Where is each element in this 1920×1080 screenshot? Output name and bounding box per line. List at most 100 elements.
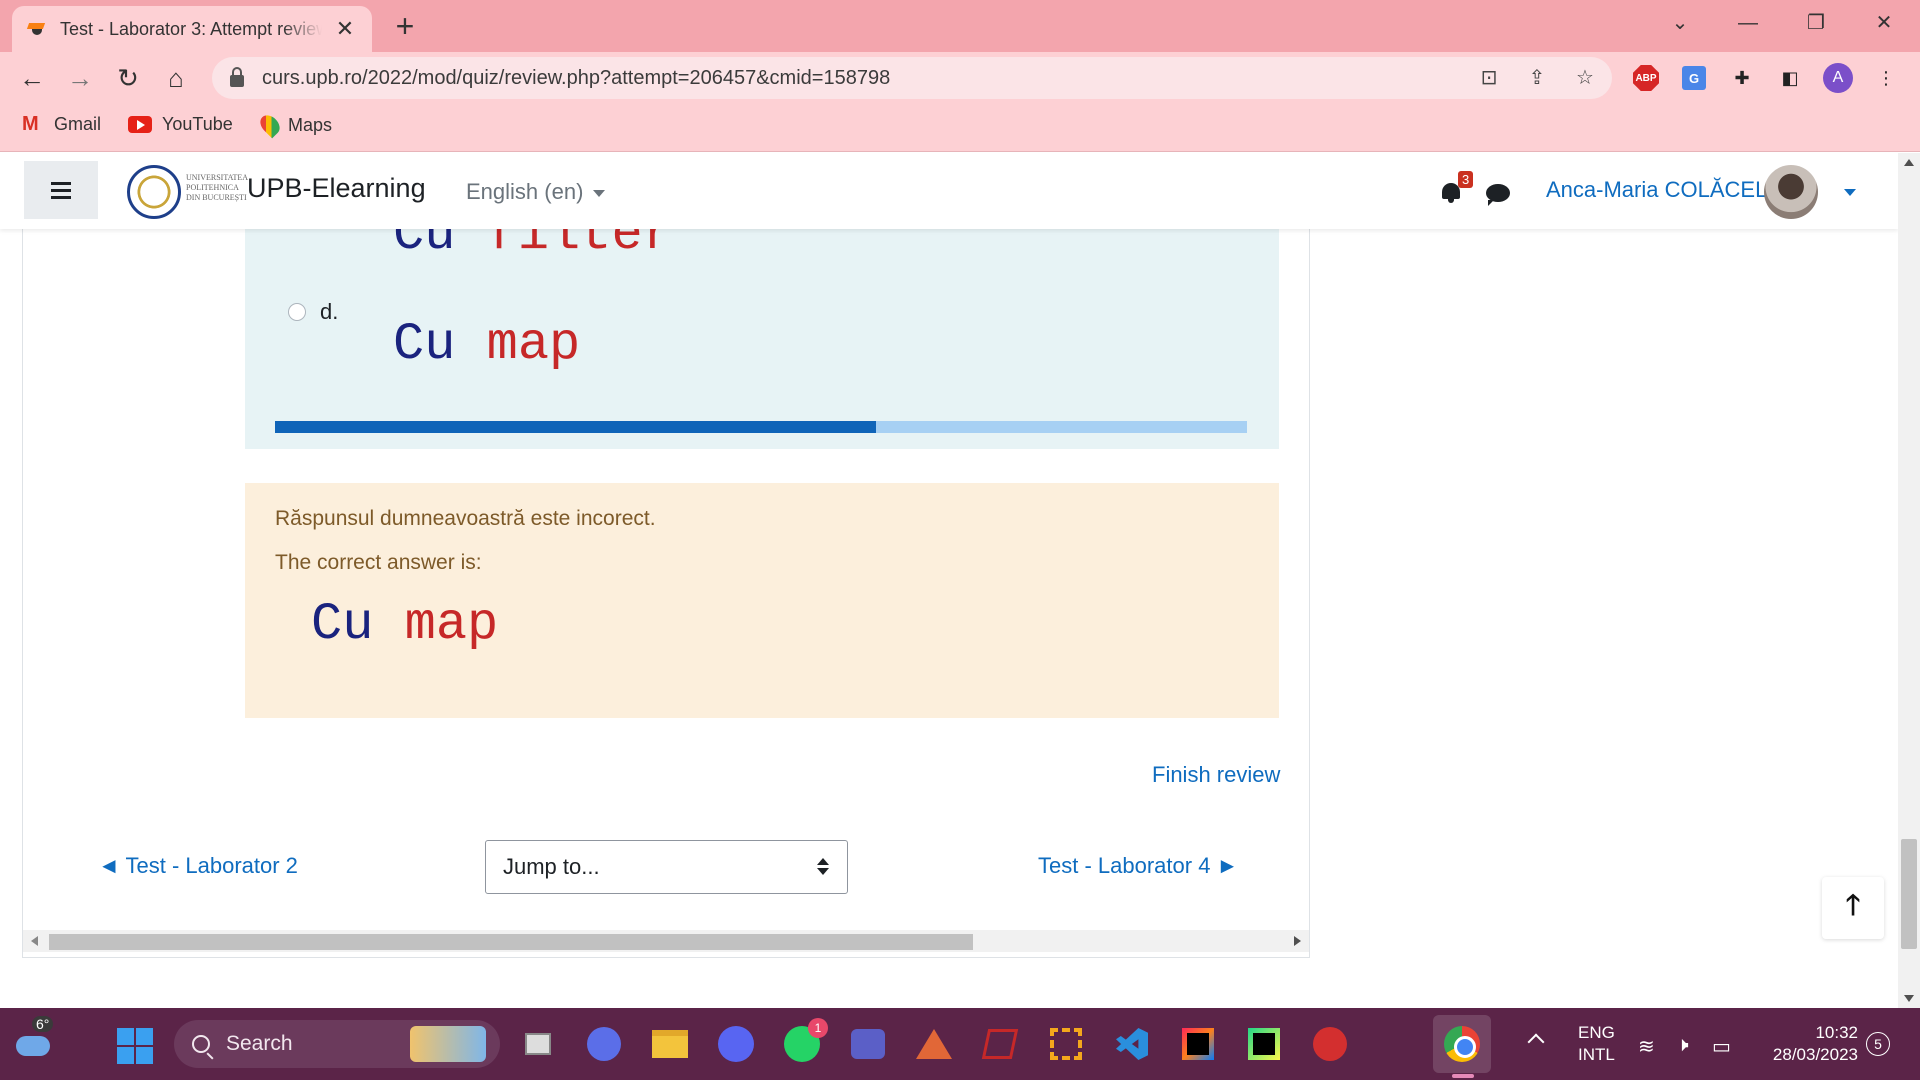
option-d-text: Cu map xyxy=(393,315,581,374)
extensions-puzzle-icon[interactable]: ✚ xyxy=(1726,62,1758,94)
back-arrow-icon[interactable]: ← xyxy=(12,58,52,98)
feedback-box: Răspunsul dumneavoastră este incorect. T… xyxy=(245,483,1279,718)
vertical-scrollbar[interactable] xyxy=(1898,153,1920,1008)
horizontal-scrollbar[interactable] xyxy=(23,930,1309,952)
tab-close-icon[interactable]: ✕ xyxy=(332,16,358,42)
scroll-left-icon[interactable] xyxy=(31,936,38,946)
google-translate-icon[interactable]: G xyxy=(1678,62,1710,94)
minimize-icon[interactable]: — xyxy=(1728,6,1768,40)
share-icon[interactable]: ⇪ xyxy=(1522,63,1552,93)
close-window-icon[interactable]: ✕ xyxy=(1864,6,1904,40)
site-navbar: UNIVERSITATEA POLITEHNICA DIN BUCUREȘTI … xyxy=(0,153,1898,229)
drawer-toggle-button[interactable] xyxy=(24,161,98,219)
browser-menu-icon[interactable]: ⋮ xyxy=(1870,62,1902,94)
bookmark-maps[interactable]: Maps xyxy=(256,111,332,139)
back-to-top-button[interactable]: 🡑 xyxy=(1822,877,1884,939)
scroll-right-icon[interactable] xyxy=(1294,936,1301,946)
search-highlight-image xyxy=(410,1026,486,1062)
whatsapp-badge: 1 xyxy=(808,1018,828,1038)
correct-answer-label: The correct answer is: xyxy=(275,551,482,574)
gmail-icon xyxy=(22,113,44,136)
lock-icon[interactable] xyxy=(230,67,244,87)
chrome-taskbar-button[interactable] xyxy=(1433,1015,1491,1073)
battery-icon[interactable]: ▭ xyxy=(1712,1034,1731,1059)
notification-center-badge[interactable]: 5 xyxy=(1866,1032,1890,1056)
profile-avatar[interactable]: A xyxy=(1822,62,1854,94)
bookmarks-bar: Gmail YouTube Maps xyxy=(0,104,1920,152)
flstudio-icon[interactable] xyxy=(980,1024,1020,1064)
discord-icon[interactable] xyxy=(716,1024,756,1064)
taskbar-search[interactable]: Search xyxy=(174,1020,500,1068)
progress-bar xyxy=(275,421,1247,433)
file-explorer-icon[interactable] xyxy=(650,1024,690,1064)
home-icon[interactable]: ⌂ xyxy=(156,58,196,98)
tab-search-icon[interactable]: ⌄ xyxy=(1660,6,1700,40)
weather-widget[interactable]: 6° xyxy=(12,1016,54,1062)
bookmark-star-icon[interactable]: ☆ xyxy=(1570,63,1600,93)
address-bar[interactable]: curs.upb.ro/2022/mod/quiz/review.php?att… xyxy=(212,57,1612,99)
wifi-icon[interactable]: ≋ xyxy=(1638,1034,1655,1059)
adblock-plus-icon[interactable]: ABP xyxy=(1630,62,1662,94)
bookmark-gmail[interactable]: Gmail xyxy=(22,113,101,136)
notification-count-badge: 3 xyxy=(1458,171,1474,188)
search-icon xyxy=(192,1035,210,1053)
vscode-icon[interactable] xyxy=(1112,1024,1152,1064)
system-clock[interactable]: 10:32 28/03/2023 xyxy=(1762,1022,1858,1066)
forward-arrow-icon[interactable]: → xyxy=(60,58,100,98)
logo-text: UNIVERSITATEA POLITEHNICA DIN BUCUREȘTI xyxy=(186,173,249,202)
scroll-up-icon[interactable] xyxy=(1904,159,1914,166)
next-activity-link[interactable]: Test - Laborator 4 ► xyxy=(1038,853,1238,879)
university-logo[interactable] xyxy=(127,165,181,219)
restore-icon[interactable]: ❐ xyxy=(1796,6,1836,40)
jump-to-value: Jump to... xyxy=(503,854,600,879)
incorrect-message: Răspunsul dumneavoastră este incorect. xyxy=(275,507,656,530)
new-tab-button[interactable]: + xyxy=(390,8,420,45)
user-avatar[interactable] xyxy=(1764,165,1818,219)
option-d-radio[interactable] xyxy=(288,303,306,321)
user-menu-caret-icon[interactable] xyxy=(1844,189,1856,196)
app-red-a-icon[interactable] xyxy=(1310,1024,1350,1064)
reload-icon[interactable]: ↻ xyxy=(108,58,148,98)
finish-review-link[interactable]: Finish review xyxy=(1152,762,1280,788)
weather-temp: 6° xyxy=(32,1016,54,1032)
url-text[interactable]: curs.upb.ro/2022/mod/quiz/review.php?att… xyxy=(262,67,890,90)
moodle-favicon-icon xyxy=(26,21,48,37)
windows-taskbar: 6° Search 1 ENG INTL ≋ 🕨 ▭ 10:32 28/03/2… xyxy=(0,1008,1920,1080)
network-tool-icon[interactable] xyxy=(1046,1024,1086,1064)
horizontal-scroll-thumb[interactable] xyxy=(49,934,973,950)
site-name[interactable]: UPB-Elearning xyxy=(247,173,426,204)
language-menu[interactable]: English (en) xyxy=(466,179,606,205)
active-app-indicator xyxy=(1452,1074,1474,1078)
messages-icon[interactable] xyxy=(1486,184,1510,206)
volume-muted-icon[interactable]: 🕨 xyxy=(1676,1034,1689,1057)
translate-page-icon[interactable]: ⊡ xyxy=(1474,63,1504,93)
task-view-icon[interactable] xyxy=(518,1024,558,1064)
browser-tabstrip: Test - Laborator 3: Attempt review ✕ + ⌄… xyxy=(0,0,1920,52)
maps-icon xyxy=(256,111,284,139)
jump-to-select[interactable]: Jump to... xyxy=(485,840,848,894)
previous-activity-link[interactable]: ◄ Test - Laborator 2 xyxy=(98,853,298,879)
bookmark-youtube[interactable]: YouTube xyxy=(128,114,233,135)
user-name[interactable]: Anca-Maria COLĂCEL xyxy=(1546,177,1767,203)
pycharm-icon[interactable] xyxy=(1244,1024,1284,1064)
answer-option-c-partial: Cu filter xyxy=(393,229,674,264)
chrome-icon xyxy=(1444,1026,1480,1062)
show-hidden-icons-icon[interactable] xyxy=(1527,1033,1545,1051)
whatsapp-icon[interactable]: 1 xyxy=(782,1018,828,1064)
youtube-icon xyxy=(128,116,152,133)
tab-title: Test - Laborator 3: Attempt review xyxy=(60,18,322,39)
side-panel-icon[interactable]: ◧ xyxy=(1774,62,1806,94)
progress-bar-fill xyxy=(275,421,876,433)
scroll-down-icon[interactable] xyxy=(1904,995,1914,1002)
browser-toolbar: ← → ↻ ⌂ curs.upb.ro/2022/mod/quiz/review… xyxy=(0,52,1920,104)
teams-icon[interactable] xyxy=(848,1024,888,1064)
intellij-icon[interactable] xyxy=(1178,1024,1218,1064)
windows-start-icon[interactable] xyxy=(117,1028,153,1064)
question-box: Cu filter d. Cu map xyxy=(245,229,1279,449)
zoom-meeting-icon[interactable] xyxy=(584,1024,624,1064)
vertical-scroll-thumb[interactable] xyxy=(1901,839,1917,949)
browser-tab[interactable]: Test - Laborator 3: Attempt review ✕ xyxy=(12,6,372,52)
matlab-icon[interactable] xyxy=(914,1024,954,1064)
search-label: Search xyxy=(226,1032,293,1055)
language-indicator[interactable]: ENG INTL xyxy=(1578,1022,1615,1066)
